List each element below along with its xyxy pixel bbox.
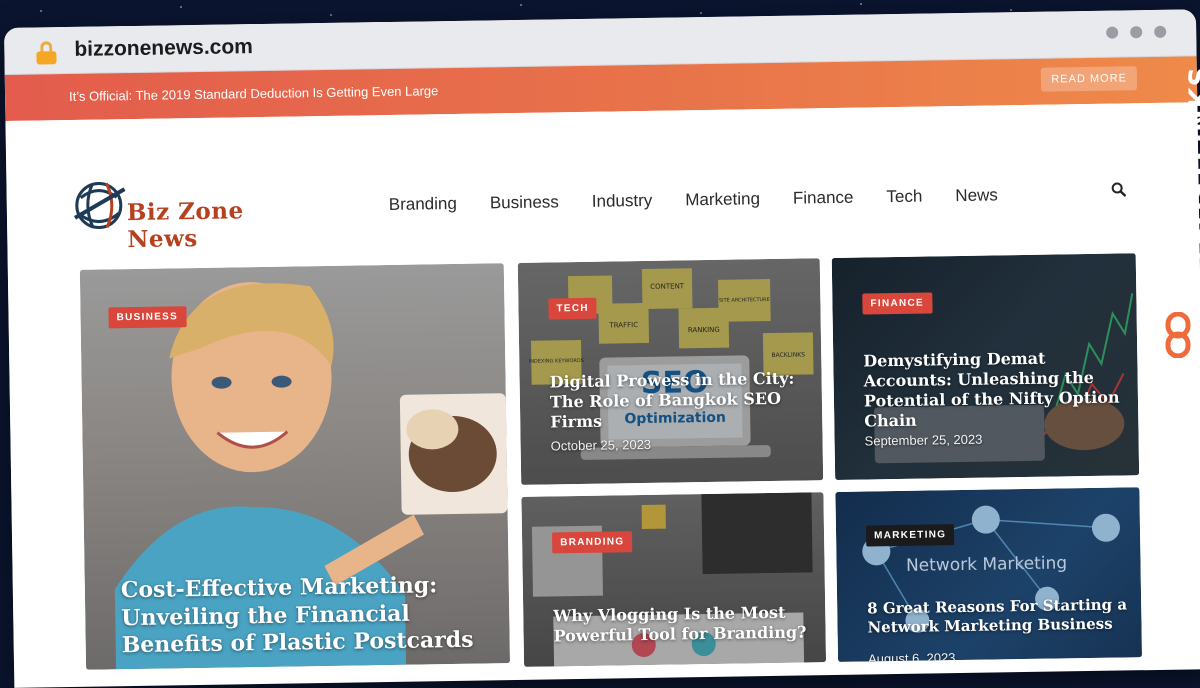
nav-item-marketing[interactable]: Marketing [685,189,760,210]
window-dot-icon[interactable] [1130,26,1143,39]
lock-icon [36,41,57,65]
article-date: August 6, 2023 [867,650,956,662]
site-content: Biz Zone News Branding Business Industry… [5,102,1200,670]
link-icon [1165,312,1191,358]
article-title[interactable]: Digital Prowess in the City: The Role of… [549,368,812,432]
article-date: October 25, 2023 [550,436,652,454]
url-text[interactable]: bizzonenews.com [74,35,253,62]
article-card-finance[interactable]: FINANCE Demystifying Demat Accounts: Unl… [831,253,1140,480]
article-card-marketing[interactable]: Network Marketing MARKETING 8 Great Reas… [835,487,1143,662]
nav-item-news[interactable]: News [955,185,998,206]
article-title[interactable]: 8 Great Reasons For Starting a Network M… [867,595,1130,637]
featured-article-card[interactable]: BUSINESS Cost-Effective Marketing: Unvei… [79,263,511,670]
category-badge[interactable]: MARKETING [865,524,955,547]
search-icon[interactable] [1111,181,1127,197]
category-badge[interactable]: TECH [548,297,598,320]
article-card-tech[interactable]: SEO Optimization CONTENT TRAFFIC RANKING… [517,258,824,485]
window-dot-icon[interactable] [1154,25,1167,38]
nav-item-industry[interactable]: Industry [592,191,653,212]
category-badge[interactable]: BUSINESS [108,306,187,329]
article-title[interactable]: Cost-Effective Marketing: Unveiling the … [121,571,502,659]
watermark-text: GUESTPOSTLINKS [1184,66,1200,352]
main-nav: Branding Business Industry Marketing Fin… [389,185,998,215]
nav-item-tech[interactable]: Tech [886,187,922,208]
article-date: September 25, 2023 [864,431,983,449]
breaking-headline-link[interactable]: It’s Official: The 2019 Standard Deducti… [69,83,438,104]
site-logo[interactable]: Biz Zone News [72,175,283,253]
globe-logo-icon [73,182,126,230]
browser-window: bizzonenews.com It’s Official: The 2019 … [4,9,1200,688]
article-card-branding[interactable]: BRANDING Why Vlogging Is the Most Powerf… [521,492,827,667]
nav-item-finance[interactable]: Finance [793,188,854,209]
article-title[interactable]: Demystifying Demat Accounts: Unleashing … [863,347,1126,431]
article-title[interactable]: Why Vlogging Is the Most Powerful Tool f… [553,602,816,646]
guestpostlinks-watermark: GUESTPOSTLINKS [1150,50,1200,370]
category-badge[interactable]: FINANCE [862,292,933,315]
nav-item-branding[interactable]: Branding [389,194,457,215]
window-controls [1106,25,1167,39]
read-more-button[interactable]: READ MORE [1041,66,1138,92]
window-dot-icon[interactable] [1106,26,1119,39]
nav-item-business[interactable]: Business [490,192,559,213]
category-badge[interactable]: BRANDING [551,531,633,554]
logo-text: Biz Zone News [126,197,244,254]
